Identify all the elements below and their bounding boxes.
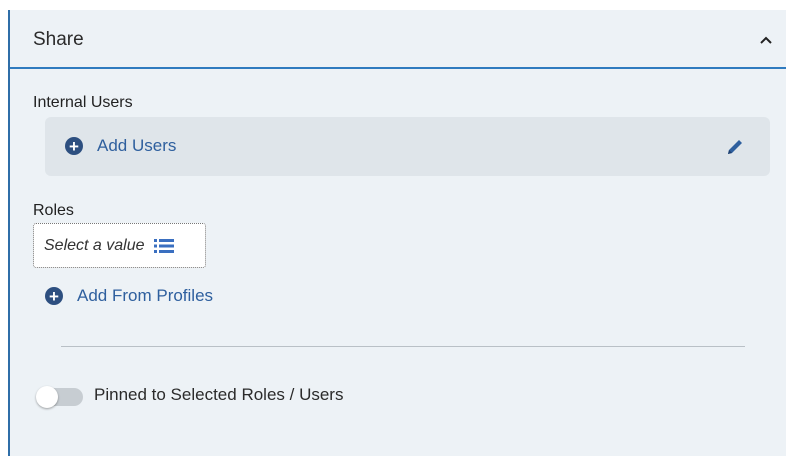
roles-select-placeholder: Select a value xyxy=(44,236,145,254)
panel-title: Share xyxy=(33,29,84,50)
internal-users-box: + Add Users xyxy=(45,117,770,176)
plus-circle-icon: + xyxy=(65,137,83,155)
chevron-up-icon[interactable] xyxy=(756,30,776,50)
roles-select[interactable]: Select a value xyxy=(33,223,206,268)
list-icon xyxy=(153,238,174,253)
pencil-icon[interactable] xyxy=(725,137,745,157)
pinned-toggle-label: Pinned to Selected Roles / Users xyxy=(94,385,344,404)
plus-circle-icon: + xyxy=(45,287,63,305)
divider xyxy=(61,346,745,347)
pinned-toggle[interactable] xyxy=(36,386,83,408)
share-panel: Share Internal Users + Add Users Roles S… xyxy=(8,10,786,456)
roles-label: Roles xyxy=(33,202,74,219)
internal-users-label: Internal Users xyxy=(33,94,133,111)
share-panel-header[interactable]: Share xyxy=(10,10,786,69)
add-from-profiles-label: Add From Profiles xyxy=(77,286,214,305)
toggle-knob xyxy=(36,386,58,408)
add-users-button[interactable]: + Add Users xyxy=(65,136,176,156)
add-from-profiles-button[interactable]: + Add From Profiles xyxy=(45,286,213,306)
add-users-label: Add Users xyxy=(97,136,177,155)
